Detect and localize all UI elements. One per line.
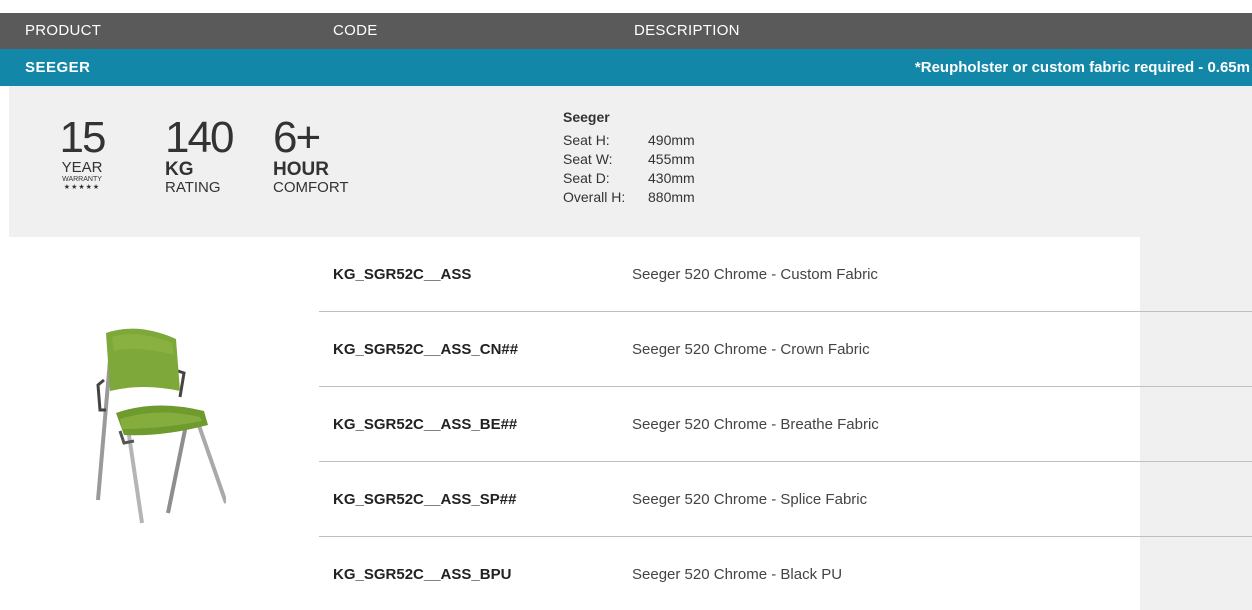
product-description: Seeger 520 Chrome - Breathe Fabric (632, 416, 879, 433)
header-code: CODE (333, 22, 378, 39)
specs-block: Seeger Seat H: 490mm Seat W: 455mm Seat D:… (563, 108, 695, 207)
info-panel: 15 YEAR WARRANTY ★★★★★ 140 KG RATING 6+ … (9, 86, 1252, 237)
weight-number: 140 (165, 113, 234, 162)
product-code: KG_SGR52C__ASS_BPU (333, 566, 512, 583)
section-name: SEEGER (25, 59, 91, 76)
comfort-badge: 6+ HOUR COMFORT (273, 116, 373, 196)
product-code: KG_SGR52C__ASS (333, 266, 472, 283)
table-row: KG_SGR52C__ASS_CN## Seeger 520 Chrome - … (319, 312, 1252, 387)
section-note: *Reupholster or custom fabric required -… (914, 59, 1250, 76)
warranty-stars: ★★★★★ (63, 184, 101, 191)
weight-unit: KG (165, 159, 194, 180)
product-code: KG_SGR52C__ASS_CN## (333, 341, 519, 358)
spec-row: Seat D: 430mm (563, 170, 695, 186)
specs-title: Seeger (563, 109, 610, 125)
product-description: Seeger 520 Chrome - Crown Fabric (632, 341, 870, 358)
product-description: Seeger 520 Chrome - Custom Fabric (632, 266, 878, 283)
comfort-label: COMFORT (273, 179, 349, 196)
table-row: KG_SGR52C__ASS_BPU Seeger 520 Chrome - B… (319, 537, 1252, 610)
warranty-number: 15 (59, 113, 107, 162)
comfort-unit: HOUR (273, 159, 329, 180)
product-code: KG_SGR52C__ASS_SP## (333, 491, 517, 508)
header-product: PRODUCT (25, 22, 102, 39)
weight-label: RATING (165, 179, 221, 196)
table-row: KG_SGR52C__ASS_SP## Seeger 520 Chrome - … (319, 462, 1252, 537)
spec-row: Overall H: 880mm (563, 189, 695, 205)
table-header: PRODUCT CODE DESCRIPTION (0, 13, 1252, 49)
table-row: KG_SGR52C__ASS_BE## Seeger 520 Chrome - … (319, 387, 1252, 462)
warranty-sub: WARRANTY (62, 176, 102, 183)
warranty-badge: 15 YEAR WARRANTY ★★★★★ (52, 116, 112, 192)
warranty-label: YEAR (61, 159, 103, 176)
product-description: Seeger 520 Chrome - Black PU (632, 566, 843, 583)
product-description: Seeger 520 Chrome - Splice Fabric (632, 491, 868, 508)
spec-row: Seat H: 490mm (563, 132, 695, 148)
chair-image (96, 328, 226, 524)
product-code: KG_SGR52C__ASS_BE## (333, 416, 518, 433)
header-description: DESCRIPTION (634, 22, 740, 39)
weight-badge: 140 KG RATING (165, 116, 237, 196)
comfort-number: 6+ (273, 113, 321, 162)
table-row: KG_SGR52C__ASS Seeger 520 Chrome - Custo… (319, 237, 1252, 312)
spec-row: Seat W: 455mm (563, 151, 695, 167)
section-band: SEEGER *Reupholster or custom fabric req… (0, 49, 1252, 86)
